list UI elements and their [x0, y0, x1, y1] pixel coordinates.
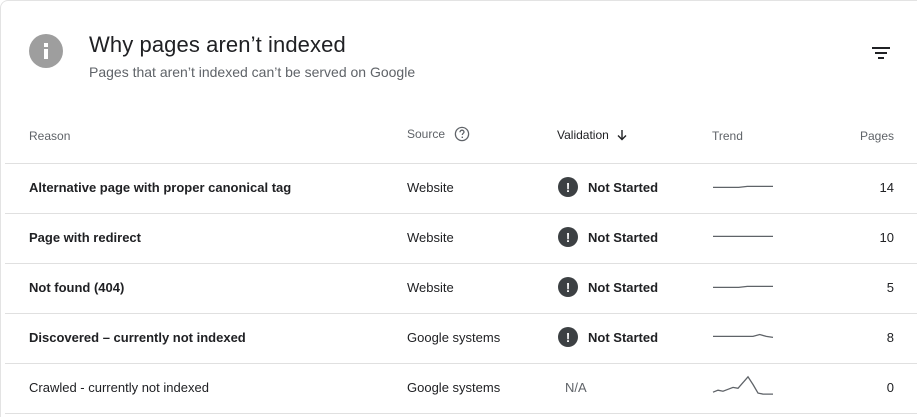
trend-line	[713, 333, 774, 339]
reason-cell: Alternative page with proper canonical t…	[29, 180, 292, 195]
validation-status: Not Started	[588, 179, 659, 195]
exclamation-icon: !	[558, 277, 578, 297]
validation-cell: N/A	[558, 377, 587, 395]
trend-sparkline	[711, 274, 775, 305]
validation-cell: ! Not Started	[558, 177, 658, 197]
pages-count: 10	[879, 230, 894, 245]
column-header-source[interactable]: Source	[407, 126, 470, 142]
pages-count: 5	[886, 280, 894, 295]
validation-cell: ! Not Started	[558, 277, 658, 297]
exclamation-icon: !	[558, 327, 578, 347]
column-header-pages[interactable]: Pages	[860, 129, 894, 143]
validation-status: Not Started	[588, 279, 659, 295]
table-row[interactable]: Page with redirect Website! Not Started 10	[5, 214, 917, 264]
validation-status: Not Started	[588, 329, 659, 345]
table-row[interactable]: Crawled - currently not indexed Google sy…	[5, 364, 917, 414]
exclamation-icon: !	[558, 177, 578, 197]
trend-sparkline	[711, 324, 775, 355]
info-icon	[29, 34, 63, 68]
trend-line	[713, 285, 773, 289]
table-row[interactable]: Not found (404) Website! Not Started 5	[5, 264, 917, 314]
pages-count: 14	[879, 180, 894, 195]
source-cell: Website	[407, 280, 454, 295]
column-header-trend: Trend	[712, 129, 743, 143]
validation-status: N/A	[565, 380, 587, 395]
index-coverage-card: Why pages aren’t indexed Pages that aren…	[0, 0, 917, 417]
validation-status: Not Started	[588, 229, 659, 245]
table-row[interactable]: Alternative page with proper canonical t…	[5, 164, 917, 214]
source-cell: Website	[407, 230, 454, 245]
trend-sparkline	[711, 174, 775, 205]
source-cell: Google systems	[407, 330, 501, 345]
trend-sparkline	[711, 374, 775, 405]
table-header: Reason Source Validation Trend Pages	[5, 111, 917, 164]
pages-count: 8	[886, 330, 894, 345]
trend-line	[713, 185, 773, 189]
sort-arrow-down-icon	[616, 129, 628, 141]
validation-cell: ! Not Started	[558, 227, 658, 247]
reasons-table: Reason Source Validation Trend Pages Alt…	[5, 111, 917, 414]
table-body: Alternative page with proper canonical t…	[5, 164, 917, 414]
card-title: Why pages aren’t indexed	[89, 32, 346, 57]
reason-cell: Discovered – currently not indexed	[29, 330, 246, 345]
column-header-reason[interactable]: Reason	[29, 129, 70, 143]
help-icon[interactable]	[454, 126, 470, 142]
table-row[interactable]: Discovered – currently not indexed Google…	[5, 314, 917, 364]
reason-cell: Crawled - currently not indexed	[29, 380, 209, 395]
trend-sparkline	[711, 224, 775, 255]
column-header-validation[interactable]: Validation	[557, 128, 628, 142]
exclamation-icon: !	[558, 227, 578, 247]
card-header: Why pages aren’t indexed Pages that aren…	[1, 1, 917, 111]
filter-list-icon	[872, 47, 890, 59]
column-header-validation-label: Validation	[557, 128, 609, 142]
filter-button[interactable]	[867, 39, 895, 67]
trend-line	[712, 375, 773, 395]
pages-count: 0	[886, 380, 894, 395]
reason-cell: Not found (404)	[29, 280, 125, 295]
card-subtitle: Pages that aren’t indexed can’t be serve…	[89, 64, 416, 80]
source-cell: Website	[407, 180, 454, 195]
reason-cell: Page with redirect	[29, 230, 141, 245]
source-cell: Google systems	[407, 380, 501, 395]
validation-cell: ! Not Started	[558, 327, 658, 347]
column-header-source-label: Source	[407, 127, 446, 141]
